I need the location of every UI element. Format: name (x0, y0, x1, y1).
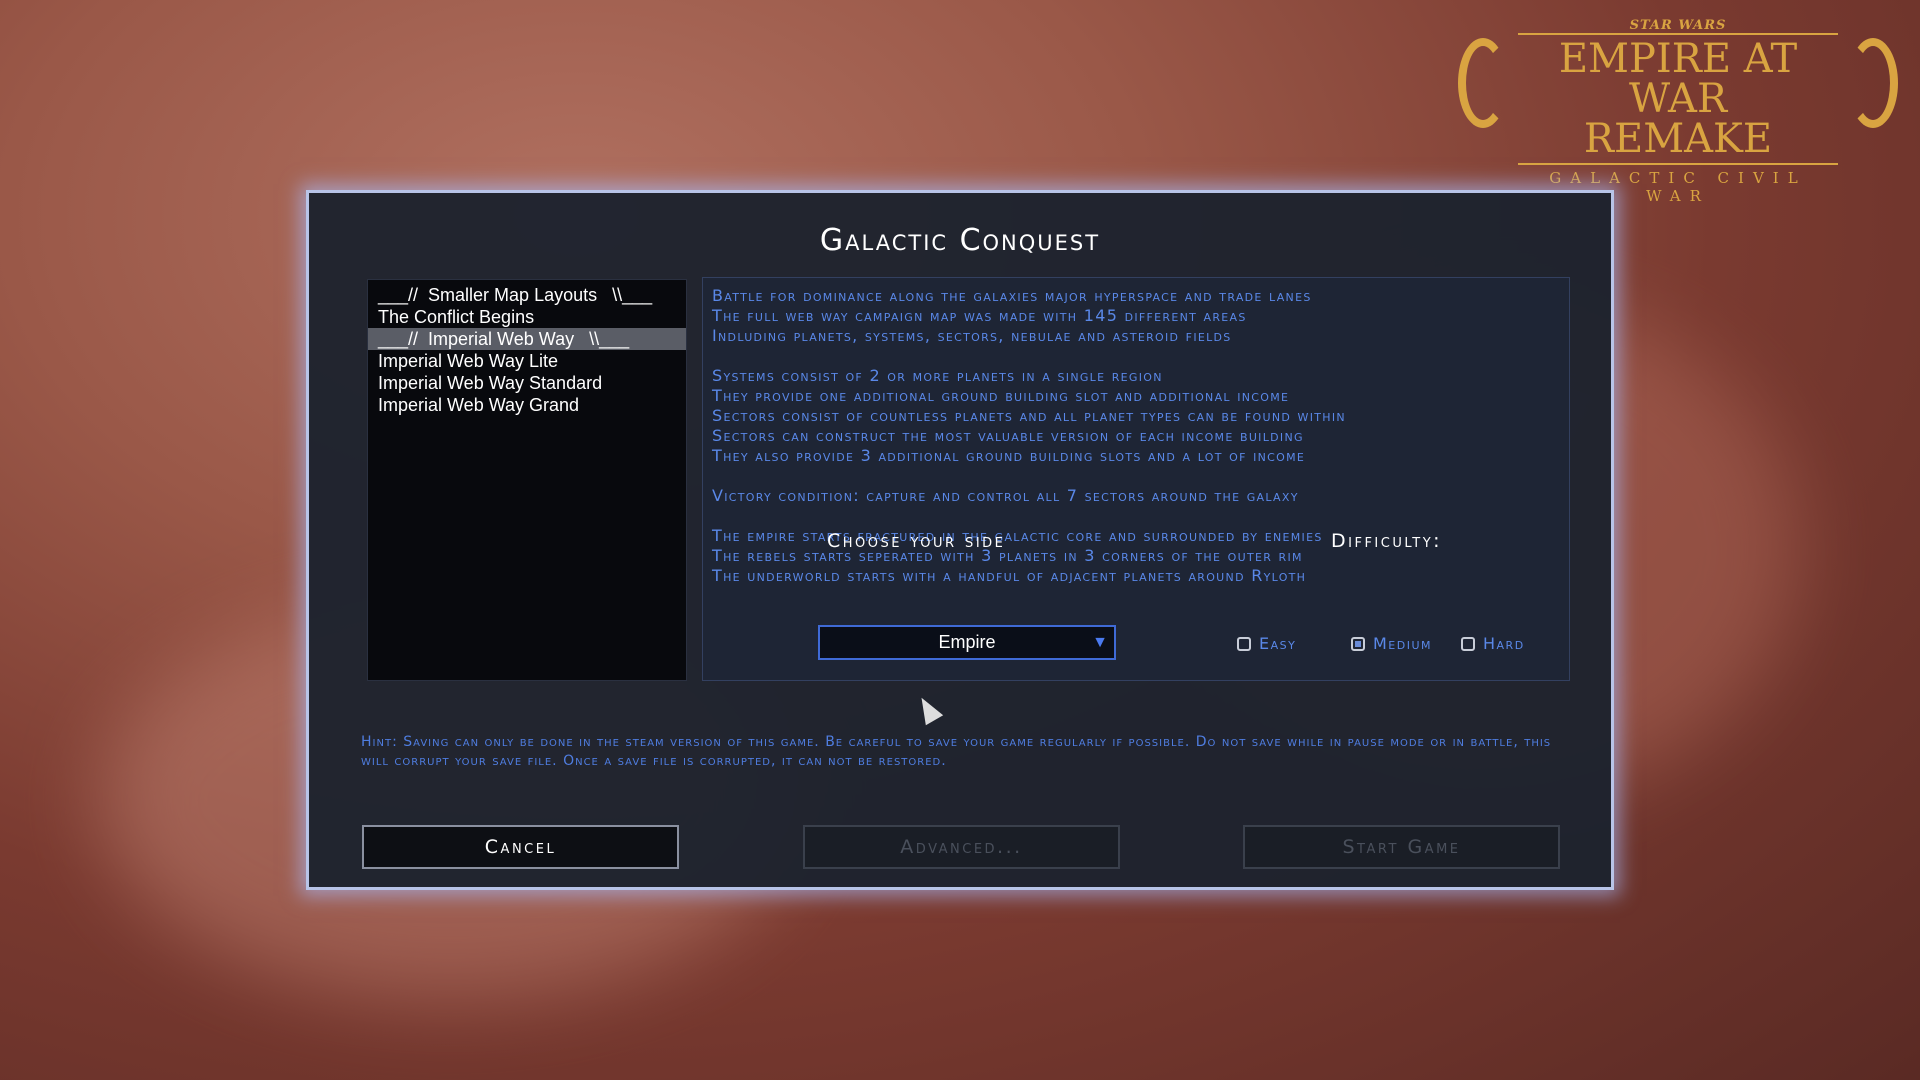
medium-label: Medium (1373, 634, 1433, 653)
game-logo: STAR WARS EMPIRE AT WAR REMAKE GALACTIC … (1458, 18, 1898, 205)
difficulty-hard[interactable]: Hard (1461, 634, 1525, 653)
choose-side-label: Choose your side (827, 530, 1006, 552)
description-line (712, 346, 1560, 366)
side-dropdown[interactable]: Empire ▼ (818, 625, 1116, 660)
description-line: The full web way campaign map was made w… (712, 306, 1247, 325)
description-line: Sectors consist of countless planets and… (712, 406, 1346, 425)
checkbox-icon (1461, 636, 1475, 651)
logo-title: EMPIRE AT WAR (1518, 33, 1838, 119)
advanced-button[interactable]: Advanced... (803, 825, 1120, 869)
map-list-item[interactable]: ___// Smaller Map Layouts \\___ (368, 284, 686, 306)
side-value: Empire (938, 632, 996, 652)
map-list-item[interactable]: Imperial Web Way Lite (368, 350, 686, 372)
easy-label: Easy (1259, 634, 1297, 653)
checkbox-checked-icon (1351, 636, 1365, 651)
empire-emblem-icon (1458, 38, 1508, 128)
difficulty-medium[interactable]: Medium (1351, 634, 1432, 653)
galactic-conquest-dialog: Galactic Conquest ___// Smaller Map Layo… (306, 190, 1614, 890)
difficulty-easy[interactable]: Easy (1237, 634, 1296, 653)
checkbox-icon (1237, 636, 1251, 651)
rebel-emblem-icon (1848, 38, 1898, 128)
logo-starwars: STAR WARS (1629, 18, 1727, 33)
description-line: Sectors can construct the most valuable … (712, 426, 1304, 445)
map-list-item[interactable]: Imperial Web Way Grand (368, 394, 686, 416)
dropdown-arrow-icon: ▼ (1092, 634, 1108, 651)
map-list-item[interactable]: Imperial Web Way Standard (368, 372, 686, 394)
map-description: Battle for dominance along the galaxies … (702, 277, 1570, 681)
map-list-item[interactable]: ___// Imperial Web Way \\___ (368, 328, 686, 350)
hint-text: Hint: Saving can only be done in the ste… (361, 734, 1552, 769)
dialog-title: Galactic Conquest (819, 223, 1101, 258)
map-list[interactable]: ___// Smaller Map Layouts \\___ The Confl… (367, 279, 687, 681)
description-line: The underworld starts with a handful of … (712, 566, 1307, 585)
description-line (712, 466, 1560, 486)
description-line: Indluding planets, systems, sectors, neb… (712, 326, 1232, 345)
cancel-button[interactable]: Cancel (362, 825, 679, 869)
map-list-item[interactable]: The Conflict Begins (368, 306, 686, 328)
description-line: Systems consist of 2 or more planets in … (712, 366, 1163, 385)
description-line: Battle for dominance along the galaxies … (712, 286, 1312, 305)
difficulty-label: Difficulty: (1331, 530, 1443, 552)
hard-label: Hard (1483, 634, 1525, 653)
description-line (712, 506, 1560, 526)
description-line: They provide one additional ground build… (712, 386, 1290, 405)
description-line: Victory condition: capture and control a… (712, 486, 1299, 505)
logo-title-2: REMAKE (1583, 116, 1773, 162)
description-line: They also provide 3 additional ground bu… (712, 446, 1306, 465)
start-game-button[interactable]: Start Game (1243, 825, 1560, 869)
